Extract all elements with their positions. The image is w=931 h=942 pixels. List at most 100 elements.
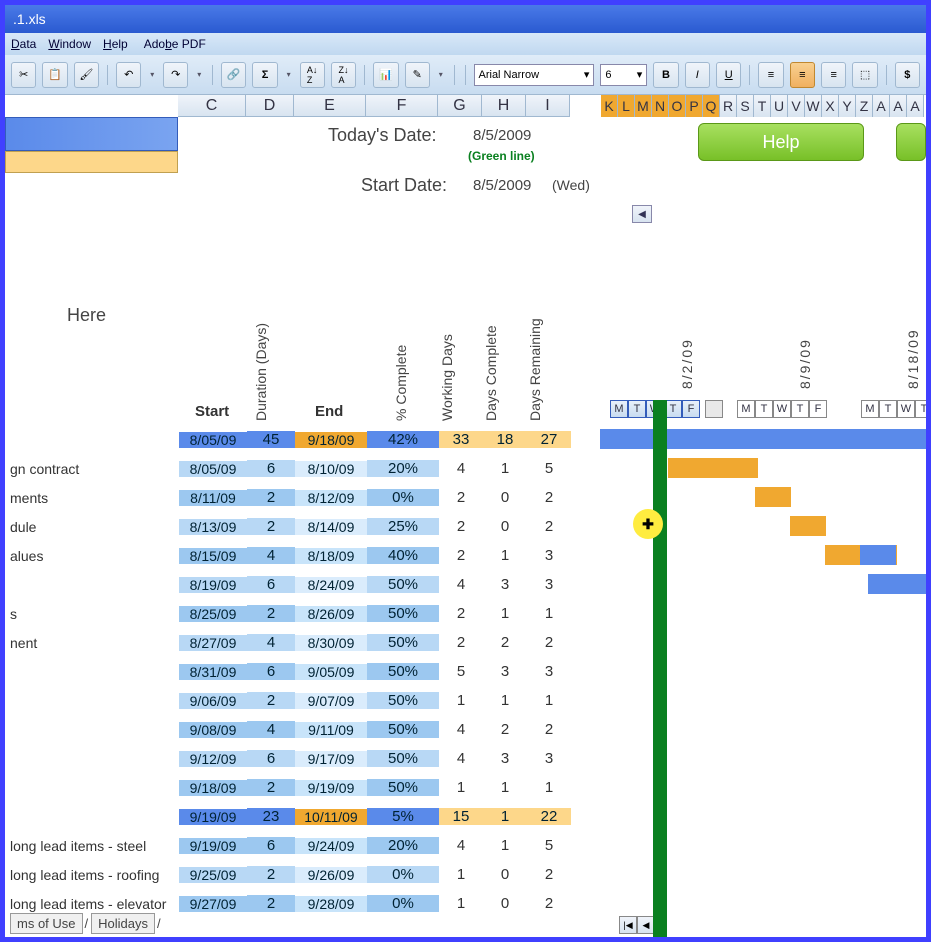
help-button-2[interactable] — [896, 123, 926, 161]
col-small-W12[interactable]: W — [805, 95, 822, 117]
cut-button[interactable]: ✂ — [11, 62, 36, 88]
sort-asc-button[interactable]: A↓Z — [300, 62, 325, 88]
font-name-combo[interactable]: Arial Narrow▾ — [474, 64, 595, 86]
italic-button[interactable]: I — [685, 62, 710, 88]
cell-start[interactable]: 8/19/09 — [179, 577, 247, 593]
cell-pct[interactable]: 0% — [367, 489, 439, 506]
gantt-bar[interactable] — [755, 487, 791, 507]
cell-end[interactable]: 8/10/09 — [295, 461, 367, 477]
cell-duration[interactable]: 2 — [247, 605, 295, 622]
day-box[interactable]: F — [682, 400, 700, 418]
cell-duration[interactable]: 6 — [247, 663, 295, 680]
cell-end[interactable]: 8/12/09 — [295, 490, 367, 506]
day-strip-3[interactable]: MTWTF — [861, 400, 926, 418]
day-box[interactable]: F — [809, 400, 827, 418]
cell-start[interactable]: 8/05/09 — [179, 432, 247, 448]
cell-end[interactable]: 8/24/09 — [295, 577, 367, 593]
gantt-bar[interactable] — [668, 458, 758, 478]
col-small-L1[interactable]: L — [618, 95, 635, 117]
col-small-K0[interactable]: K — [601, 95, 618, 117]
cell-duration[interactable]: 2 — [247, 866, 295, 883]
col-small-T9[interactable]: T — [754, 95, 771, 117]
day-strip-2[interactable]: MTWTF — [737, 400, 827, 418]
col-small-U10[interactable]: U — [771, 95, 788, 117]
menu-adobe[interactable]: Adobe PDF — [144, 37, 206, 51]
cell-duration[interactable]: 6 — [247, 576, 295, 593]
col-F[interactable]: F — [366, 95, 438, 116]
gantt-bar[interactable] — [600, 429, 926, 449]
menu-help[interactable]: Help — [103, 37, 128, 51]
cell-start[interactable]: 9/25/09 — [179, 867, 247, 883]
cell-start[interactable]: 8/31/09 — [179, 664, 247, 680]
undo-dropdown[interactable]: ▾ — [147, 62, 157, 88]
cell-start[interactable]: 8/15/09 — [179, 548, 247, 564]
cell-pct[interactable]: 5% — [367, 808, 439, 825]
day-box[interactable]: T — [791, 400, 809, 418]
cell-start[interactable]: 8/25/09 — [179, 606, 247, 622]
cell-end[interactable]: 9/07/09 — [295, 693, 367, 709]
cell-end[interactable]: 9/26/09 — [295, 867, 367, 883]
cell-duration[interactable]: 2 — [247, 895, 295, 912]
align-center-button[interactable]: ≡ — [790, 62, 815, 88]
redo-button[interactable]: ↷ — [163, 62, 188, 88]
cell-start[interactable]: 8/13/09 — [179, 519, 247, 535]
cell-end[interactable]: 10/11/09 — [295, 809, 367, 825]
cell-pct[interactable]: 50% — [367, 692, 439, 709]
format-painter-button[interactable]: 🖌 — [74, 62, 99, 88]
chart-button[interactable]: 📊 — [373, 62, 398, 88]
col-small-Q6[interactable]: Q — [703, 95, 720, 117]
cell-duration[interactable]: 6 — [247, 460, 295, 477]
col-small-R7[interactable]: R — [720, 95, 737, 117]
cell-end[interactable]: 9/28/09 — [295, 896, 367, 912]
col-small-A18[interactable]: A — [907, 95, 924, 117]
cell-end[interactable]: 9/18/09 — [295, 432, 367, 448]
col-small-Y14[interactable]: Y — [839, 95, 856, 117]
autosum-dropdown[interactable]: ▾ — [284, 62, 294, 88]
align-left-button[interactable]: ≡ — [758, 62, 783, 88]
day-box[interactable]: M — [737, 400, 755, 418]
toolbar-more[interactable]: ▾ — [436, 62, 446, 88]
cell-pct[interactable]: 0% — [367, 895, 439, 912]
gantt-bar[interactable] — [868, 574, 926, 594]
cell-start[interactable]: 9/19/09 — [179, 838, 247, 854]
cell-pct[interactable]: 20% — [367, 460, 439, 477]
cell-start[interactable]: 9/06/09 — [179, 693, 247, 709]
bold-button[interactable]: B — [653, 62, 678, 88]
align-right-button[interactable]: ≡ — [821, 62, 846, 88]
cell-start[interactable]: 9/27/09 — [179, 896, 247, 912]
help-button[interactable]: Help — [698, 123, 864, 161]
cell-pct[interactable]: 20% — [367, 837, 439, 854]
cell-pct[interactable]: 50% — [367, 634, 439, 651]
todays-date-value[interactable]: 8/5/2009 — [473, 127, 531, 144]
col-H[interactable]: H — [482, 95, 526, 116]
cell-end[interactable]: 8/30/09 — [295, 635, 367, 651]
day-box[interactable]: M — [861, 400, 879, 418]
cell-start[interactable]: 8/27/09 — [179, 635, 247, 651]
col-small-A16[interactable]: A — [873, 95, 890, 117]
menu-data[interactable]: DDataata — [11, 37, 36, 51]
day-box[interactable]: W — [897, 400, 915, 418]
gantt-bar[interactable] — [860, 545, 896, 565]
cell-pct[interactable]: 25% — [367, 518, 439, 535]
cell-pct[interactable]: 40% — [367, 547, 439, 564]
merge-button[interactable]: ⬚ — [852, 62, 877, 88]
cell-end[interactable]: 9/11/09 — [295, 722, 367, 738]
cell-end[interactable]: 8/26/09 — [295, 606, 367, 622]
day-box[interactable]: T — [879, 400, 897, 418]
gantt-bar[interactable] — [790, 516, 826, 536]
col-small-O4[interactable]: O — [669, 95, 686, 117]
col-small-S8[interactable]: S — [737, 95, 754, 117]
col-G[interactable]: G — [438, 95, 482, 116]
cell-end[interactable]: 8/18/09 — [295, 548, 367, 564]
cell-end[interactable]: 9/17/09 — [295, 751, 367, 767]
cell-duration[interactable]: 2 — [247, 489, 295, 506]
day-box[interactable]: T — [628, 400, 646, 418]
col-D[interactable]: D — [246, 95, 294, 116]
cell-duration[interactable]: 45 — [247, 431, 295, 448]
cell-pct[interactable]: 50% — [367, 663, 439, 680]
cell-end[interactable]: 9/19/09 — [295, 780, 367, 796]
tab-holidays[interactable]: Holidays — [91, 913, 155, 934]
cell-duration[interactable]: 4 — [247, 721, 295, 738]
cell-a1[interactable] — [5, 117, 178, 151]
scroll-first[interactable]: |◀ — [619, 916, 637, 934]
